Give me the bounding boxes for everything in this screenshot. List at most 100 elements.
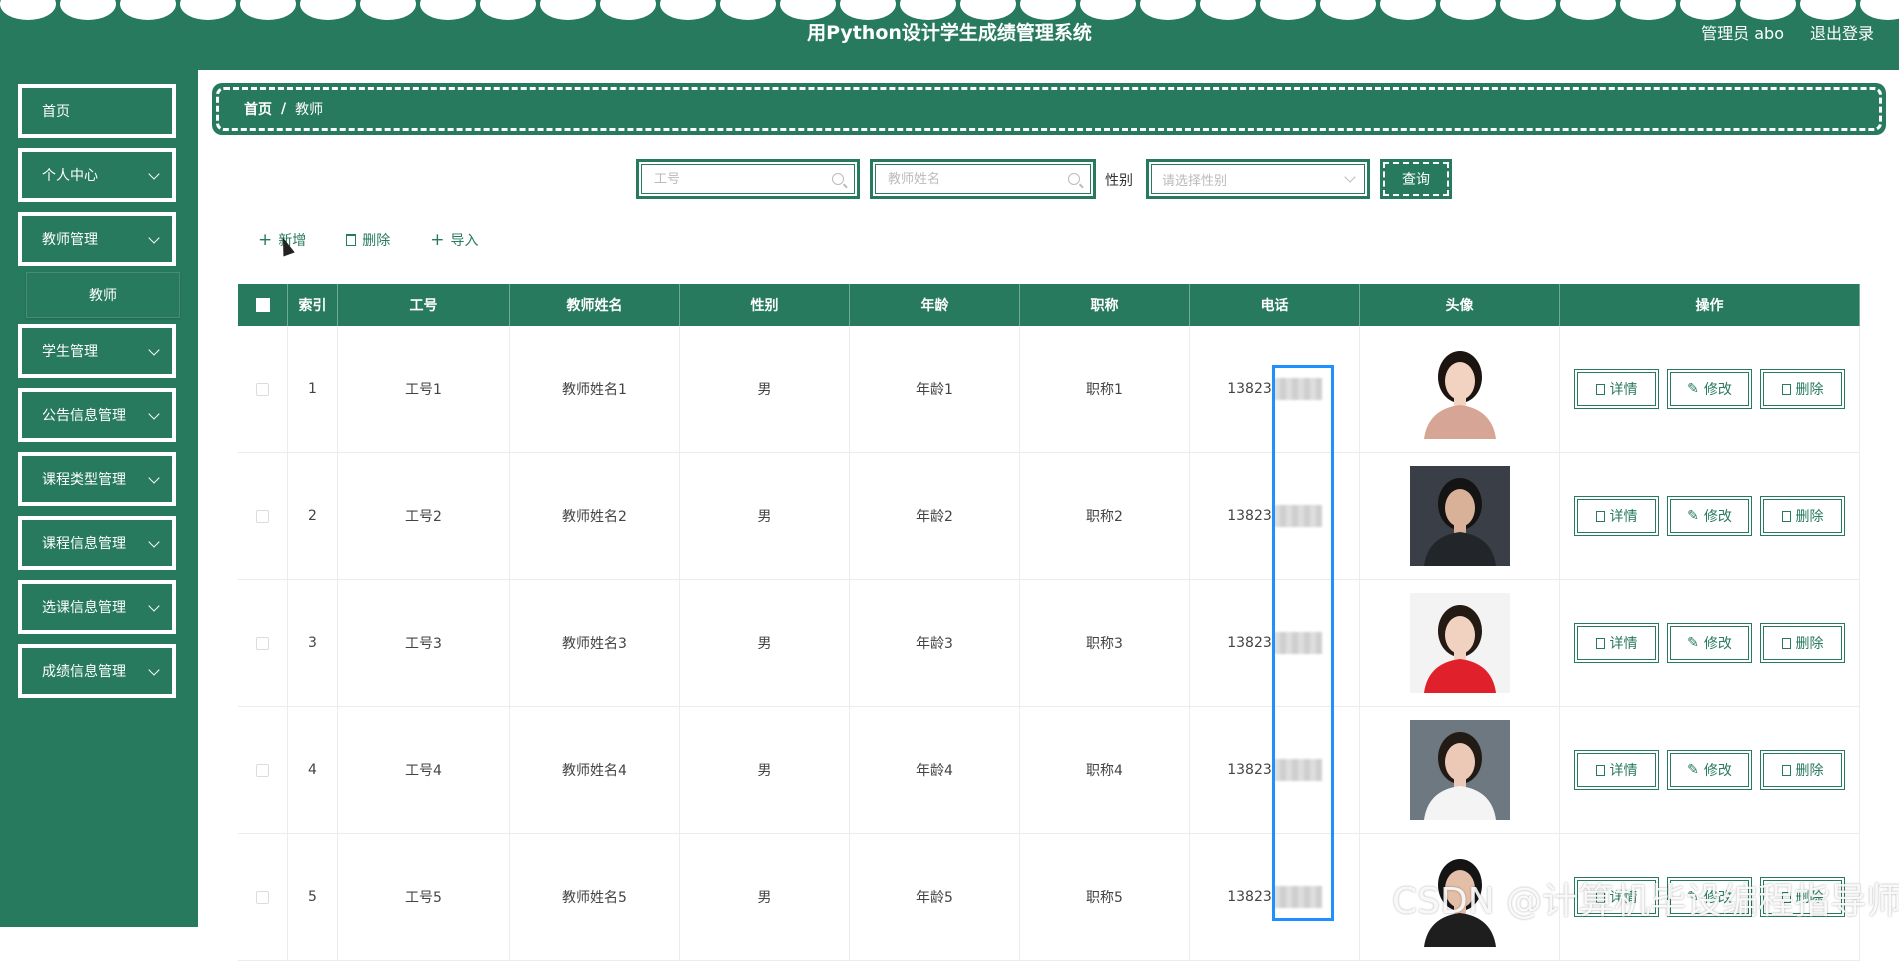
row-delete-button-label: 删除 bbox=[1795, 890, 1824, 906]
breadcrumb-home[interactable]: 首页 bbox=[244, 99, 272, 119]
trash-icon bbox=[346, 234, 357, 246]
edit-button[interactable]: ✎ 修改 bbox=[1667, 623, 1752, 663]
cell-age: 年龄2 bbox=[850, 453, 1020, 579]
phone-blur-mask bbox=[1273, 886, 1322, 908]
sidebar-item-home[interactable]: 首页 bbox=[18, 84, 176, 138]
sidebar-item-notice-mgmt[interactable]: 公告信息管理 bbox=[18, 388, 176, 442]
document-icon bbox=[1595, 510, 1605, 522]
phone-blur-mask bbox=[1273, 378, 1322, 400]
search-id-input[interactable] bbox=[652, 170, 832, 188]
row-checkbox[interactable] bbox=[256, 890, 269, 904]
current-user[interactable]: 管理员 abo bbox=[1701, 20, 1784, 44]
chevron-down-icon bbox=[148, 536, 160, 548]
cell-sex: 男 bbox=[680, 326, 850, 452]
select-all-checkbox[interactable] bbox=[255, 298, 270, 312]
table-header: 索引 工号 教师姓名 性别 年龄 职称 电话 头像 操作 bbox=[238, 284, 1860, 326]
cell-index: 4 bbox=[288, 707, 338, 833]
sidebar-item-label: 学生管理 bbox=[42, 344, 98, 360]
search-name-input[interactable] bbox=[886, 170, 1068, 188]
cell-title: 职称3 bbox=[1020, 580, 1190, 706]
row-checkbox[interactable] bbox=[256, 509, 269, 523]
search-name-box bbox=[870, 159, 1096, 199]
teacher-avatar bbox=[1409, 720, 1510, 820]
row-checkbox[interactable] bbox=[256, 636, 269, 650]
row-delete-button[interactable]: 删除 bbox=[1760, 369, 1845, 409]
edit-button[interactable]: ✎ 修改 bbox=[1667, 369, 1752, 409]
row-checkbox[interactable] bbox=[256, 763, 269, 777]
detail-button[interactable]: 详情 bbox=[1574, 877, 1659, 917]
sidebar-item-course-type-mgmt[interactable]: 课程类型管理 bbox=[18, 452, 176, 506]
detail-button[interactable]: 详情 bbox=[1574, 623, 1659, 663]
detail-button[interactable]: 详情 bbox=[1574, 750, 1659, 790]
row-delete-button[interactable]: 删除 bbox=[1760, 496, 1845, 536]
sidebar-item-student-mgmt[interactable]: 学生管理 bbox=[18, 324, 176, 378]
cell-age: 年龄4 bbox=[850, 707, 1020, 833]
logout-link[interactable]: 退出登录 bbox=[1810, 20, 1874, 44]
detail-button-label: 详情 bbox=[1609, 890, 1638, 906]
cell-age: 年龄1 bbox=[850, 326, 1020, 452]
delete-button[interactable]: 删除 bbox=[346, 230, 390, 250]
document-icon bbox=[1595, 383, 1605, 395]
sidebar-item-profile[interactable]: 个人中心 bbox=[18, 148, 176, 202]
scallop-shape bbox=[1620, 0, 1676, 20]
detail-button[interactable]: 详情 bbox=[1574, 496, 1659, 536]
scallop-shape bbox=[60, 0, 116, 20]
gender-select[interactable]: 请选择性别 bbox=[1146, 159, 1370, 199]
row-delete-button[interactable]: 删除 bbox=[1760, 877, 1845, 917]
scallop-shape bbox=[300, 0, 356, 20]
cell-name: 教师姓名5 bbox=[510, 834, 680, 960]
edit-button[interactable]: ✎ 修改 bbox=[1667, 750, 1752, 790]
cell-title: 职称2 bbox=[1020, 453, 1190, 579]
scallop-shape bbox=[1380, 0, 1436, 20]
scallop-shape bbox=[420, 0, 476, 20]
table-row: 3 工号3 教师姓名3 男 年龄3 职称3 13823 详情 ✎ 修改 删除 bbox=[238, 580, 1860, 707]
column-header: 教师姓名 bbox=[510, 284, 680, 326]
cell-phone: 13823 bbox=[1227, 762, 1272, 778]
scallop-shape bbox=[0, 0, 56, 20]
sidebar-item-course-info-mgmt[interactable]: 课程信息管理 bbox=[18, 516, 176, 570]
table-row: 5 工号5 教师姓名5 男 年龄5 职称5 13823 详情 ✎ 修改 删除 bbox=[238, 834, 1860, 961]
sidebar-item-teacher-mgmt[interactable]: 教师管理 bbox=[18, 212, 176, 266]
scallop-shape bbox=[780, 0, 836, 20]
teacher-avatar bbox=[1409, 466, 1510, 566]
sidebar-item-selection-mgmt[interactable]: 选课信息管理 bbox=[18, 580, 176, 634]
cell-index: 1 bbox=[288, 326, 338, 452]
scallop-shape bbox=[1560, 0, 1616, 20]
scallop-shape bbox=[1740, 0, 1796, 20]
row-checkbox[interactable] bbox=[256, 382, 269, 396]
pencil-icon: ✎ bbox=[1687, 635, 1699, 651]
scallop-shape bbox=[960, 0, 1016, 20]
query-button[interactable]: 查询 bbox=[1380, 159, 1452, 199]
chevron-down-icon bbox=[148, 408, 160, 420]
column-header: 工号 bbox=[338, 284, 510, 326]
detail-button[interactable]: 详情 bbox=[1574, 369, 1659, 409]
column-header: 年龄 bbox=[850, 284, 1020, 326]
scallop-shape bbox=[480, 0, 536, 20]
import-button[interactable]: + 导入 bbox=[430, 230, 478, 250]
cell-id: 工号2 bbox=[338, 453, 510, 579]
scallop-shape bbox=[1680, 0, 1736, 20]
document-icon bbox=[1595, 891, 1605, 903]
trash-icon bbox=[1781, 510, 1791, 522]
edit-button[interactable]: ✎ 修改 bbox=[1667, 877, 1752, 917]
sidebar-item-label: 首页 bbox=[42, 104, 70, 120]
sidebar-item-label: 公告信息管理 bbox=[42, 408, 126, 424]
scallop-shape bbox=[1200, 0, 1256, 20]
sidebar-item-grade-mgmt[interactable]: 成绩信息管理 bbox=[18, 644, 176, 698]
edit-button-label: 修改 bbox=[1703, 636, 1732, 652]
row-delete-button[interactable]: 删除 bbox=[1760, 750, 1845, 790]
edit-button[interactable]: ✎ 修改 bbox=[1667, 496, 1752, 536]
trash-icon bbox=[1781, 383, 1791, 395]
row-delete-button[interactable]: 删除 bbox=[1760, 623, 1845, 663]
column-header: 电话 bbox=[1190, 284, 1360, 326]
breadcrumb-current: 教师 bbox=[295, 102, 324, 118]
sidebar-subitem-teacher[interactable]: 教师 bbox=[26, 272, 180, 318]
cell-id: 工号1 bbox=[338, 326, 510, 452]
cell-phone: 13823 bbox=[1227, 889, 1272, 905]
sidebar-item-label: 课程信息管理 bbox=[42, 536, 126, 552]
cell-sex: 男 bbox=[680, 453, 850, 579]
scallop-shape bbox=[360, 0, 416, 20]
document-icon bbox=[1595, 764, 1605, 776]
edit-button-label: 修改 bbox=[1703, 509, 1732, 525]
plus-icon: + bbox=[258, 229, 273, 250]
